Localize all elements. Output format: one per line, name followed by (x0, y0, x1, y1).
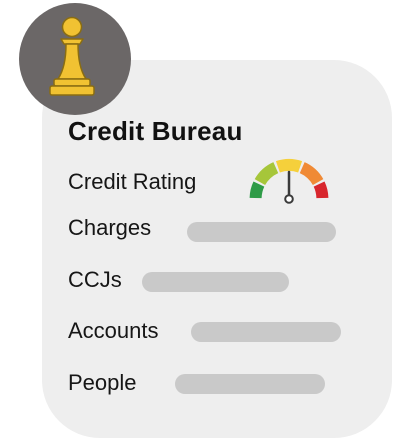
charges-bar (187, 222, 336, 242)
people-bar (175, 374, 325, 394)
charges-label: Charges (68, 215, 152, 240)
ccjs-label: CCJs (68, 267, 122, 292)
gauge-icon (249, 159, 329, 204)
accounts-label: Accounts (68, 318, 159, 343)
accounts-bar (191, 322, 341, 342)
avatar (19, 3, 131, 115)
credit-rating-label: Credit Rating (68, 169, 197, 194)
ccjs-bar (142, 272, 289, 292)
card-title: Credit Bureau (68, 116, 243, 146)
people-label: People (68, 370, 137, 395)
chess-pawn-icon (49, 16, 95, 96)
